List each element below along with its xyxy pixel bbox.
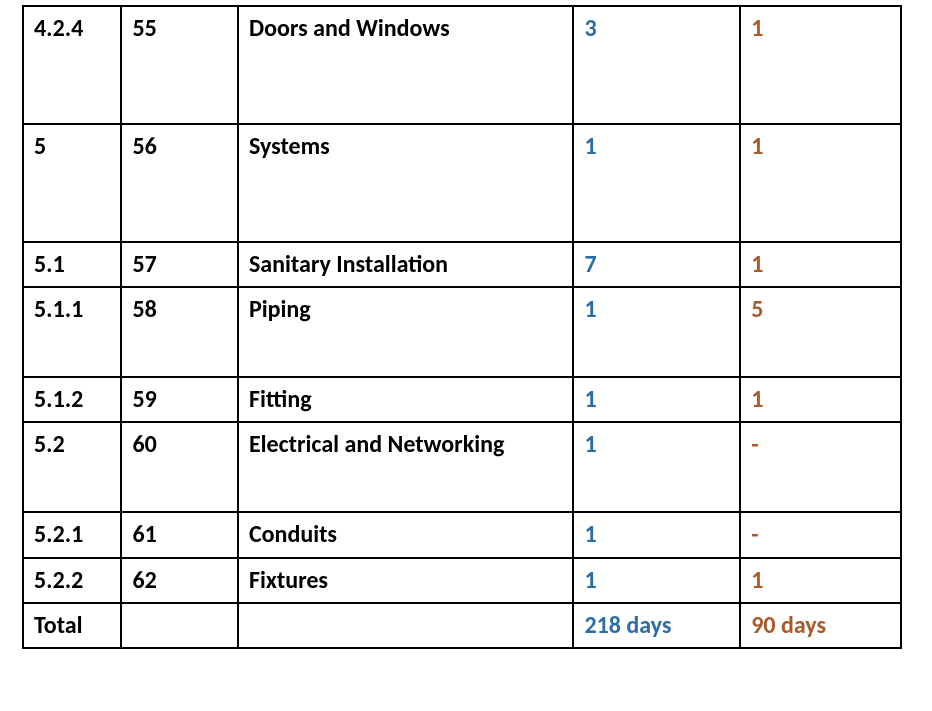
cell-total-a: 218 days xyxy=(573,603,740,648)
cell-description: Systems xyxy=(238,124,574,242)
cell-value-a: 3 xyxy=(573,6,740,124)
cell-section: 5.2.1 xyxy=(23,512,121,557)
table-row: 4.2.4 55 Doors and Windows 3 1 xyxy=(23,6,901,124)
cell-value-a: 1 xyxy=(573,512,740,557)
table-row-total: Total 218 days 90 days xyxy=(23,603,901,648)
table-row: 5 56 Systems 1 1 xyxy=(23,124,901,242)
cell-value-b: 1 xyxy=(740,124,901,242)
cell-id: 60 xyxy=(121,422,238,512)
cell-description: Electrical and Networking xyxy=(238,422,574,512)
cell-description: Fitting xyxy=(238,377,574,422)
cell-value-b: 1 xyxy=(740,377,901,422)
cell-section: 5.1.2 xyxy=(23,377,121,422)
cell-section: 5.1.1 xyxy=(23,287,121,377)
data-table: 4.2.4 55 Doors and Windows 3 1 5 56 Syst… xyxy=(22,5,902,649)
cell-id: 61 xyxy=(121,512,238,557)
table-row: 5.1.1 58 Piping 1 5 xyxy=(23,287,901,377)
cell-value-b: 1 xyxy=(740,558,901,603)
table-row: 5.1.2 59 Fitting 1 1 xyxy=(23,377,901,422)
cell-description: Fixtures xyxy=(238,558,574,603)
cell-value-b: - xyxy=(740,422,901,512)
cell-section: 5 xyxy=(23,124,121,242)
table-row: 5.2 60 Electrical and Networking 1 - xyxy=(23,422,901,512)
table-row: 5.2.2 62 Fixtures 1 1 xyxy=(23,558,901,603)
cell-section: 5.2.2 xyxy=(23,558,121,603)
table-row: 5.1 57 Sanitary Installation 7 1 xyxy=(23,242,901,287)
table-body: 4.2.4 55 Doors and Windows 3 1 5 56 Syst… xyxy=(23,6,901,648)
cell-description: Conduits xyxy=(238,512,574,557)
cell-total-b: 90 days xyxy=(740,603,901,648)
cell-description: Sanitary Installation xyxy=(238,242,574,287)
cell-id: 62 xyxy=(121,558,238,603)
cell-value-b: 1 xyxy=(740,242,901,287)
cell-id: 59 xyxy=(121,377,238,422)
cell-value-b: 5 xyxy=(740,287,901,377)
cell-value-a: 7 xyxy=(573,242,740,287)
cell-value-b: - xyxy=(740,512,901,557)
cell-empty xyxy=(238,603,574,648)
cell-description: Piping xyxy=(238,287,574,377)
cell-empty xyxy=(121,603,238,648)
cell-id: 56 xyxy=(121,124,238,242)
cell-id: 55 xyxy=(121,6,238,124)
cell-id: 58 xyxy=(121,287,238,377)
cell-total-label: Total xyxy=(23,603,121,648)
cell-value-b: 1 xyxy=(740,6,901,124)
cell-section: 4.2.4 xyxy=(23,6,121,124)
cell-section: 5.1 xyxy=(23,242,121,287)
cell-value-a: 1 xyxy=(573,422,740,512)
cell-value-a: 1 xyxy=(573,287,740,377)
cell-value-a: 1 xyxy=(573,124,740,242)
cell-section: 5.2 xyxy=(23,422,121,512)
table-row: 5.2.1 61 Conduits 1 - xyxy=(23,512,901,557)
cell-value-a: 1 xyxy=(573,558,740,603)
cell-description: Doors and Windows xyxy=(238,6,574,124)
cell-value-a: 1 xyxy=(573,377,740,422)
cell-id: 57 xyxy=(121,242,238,287)
